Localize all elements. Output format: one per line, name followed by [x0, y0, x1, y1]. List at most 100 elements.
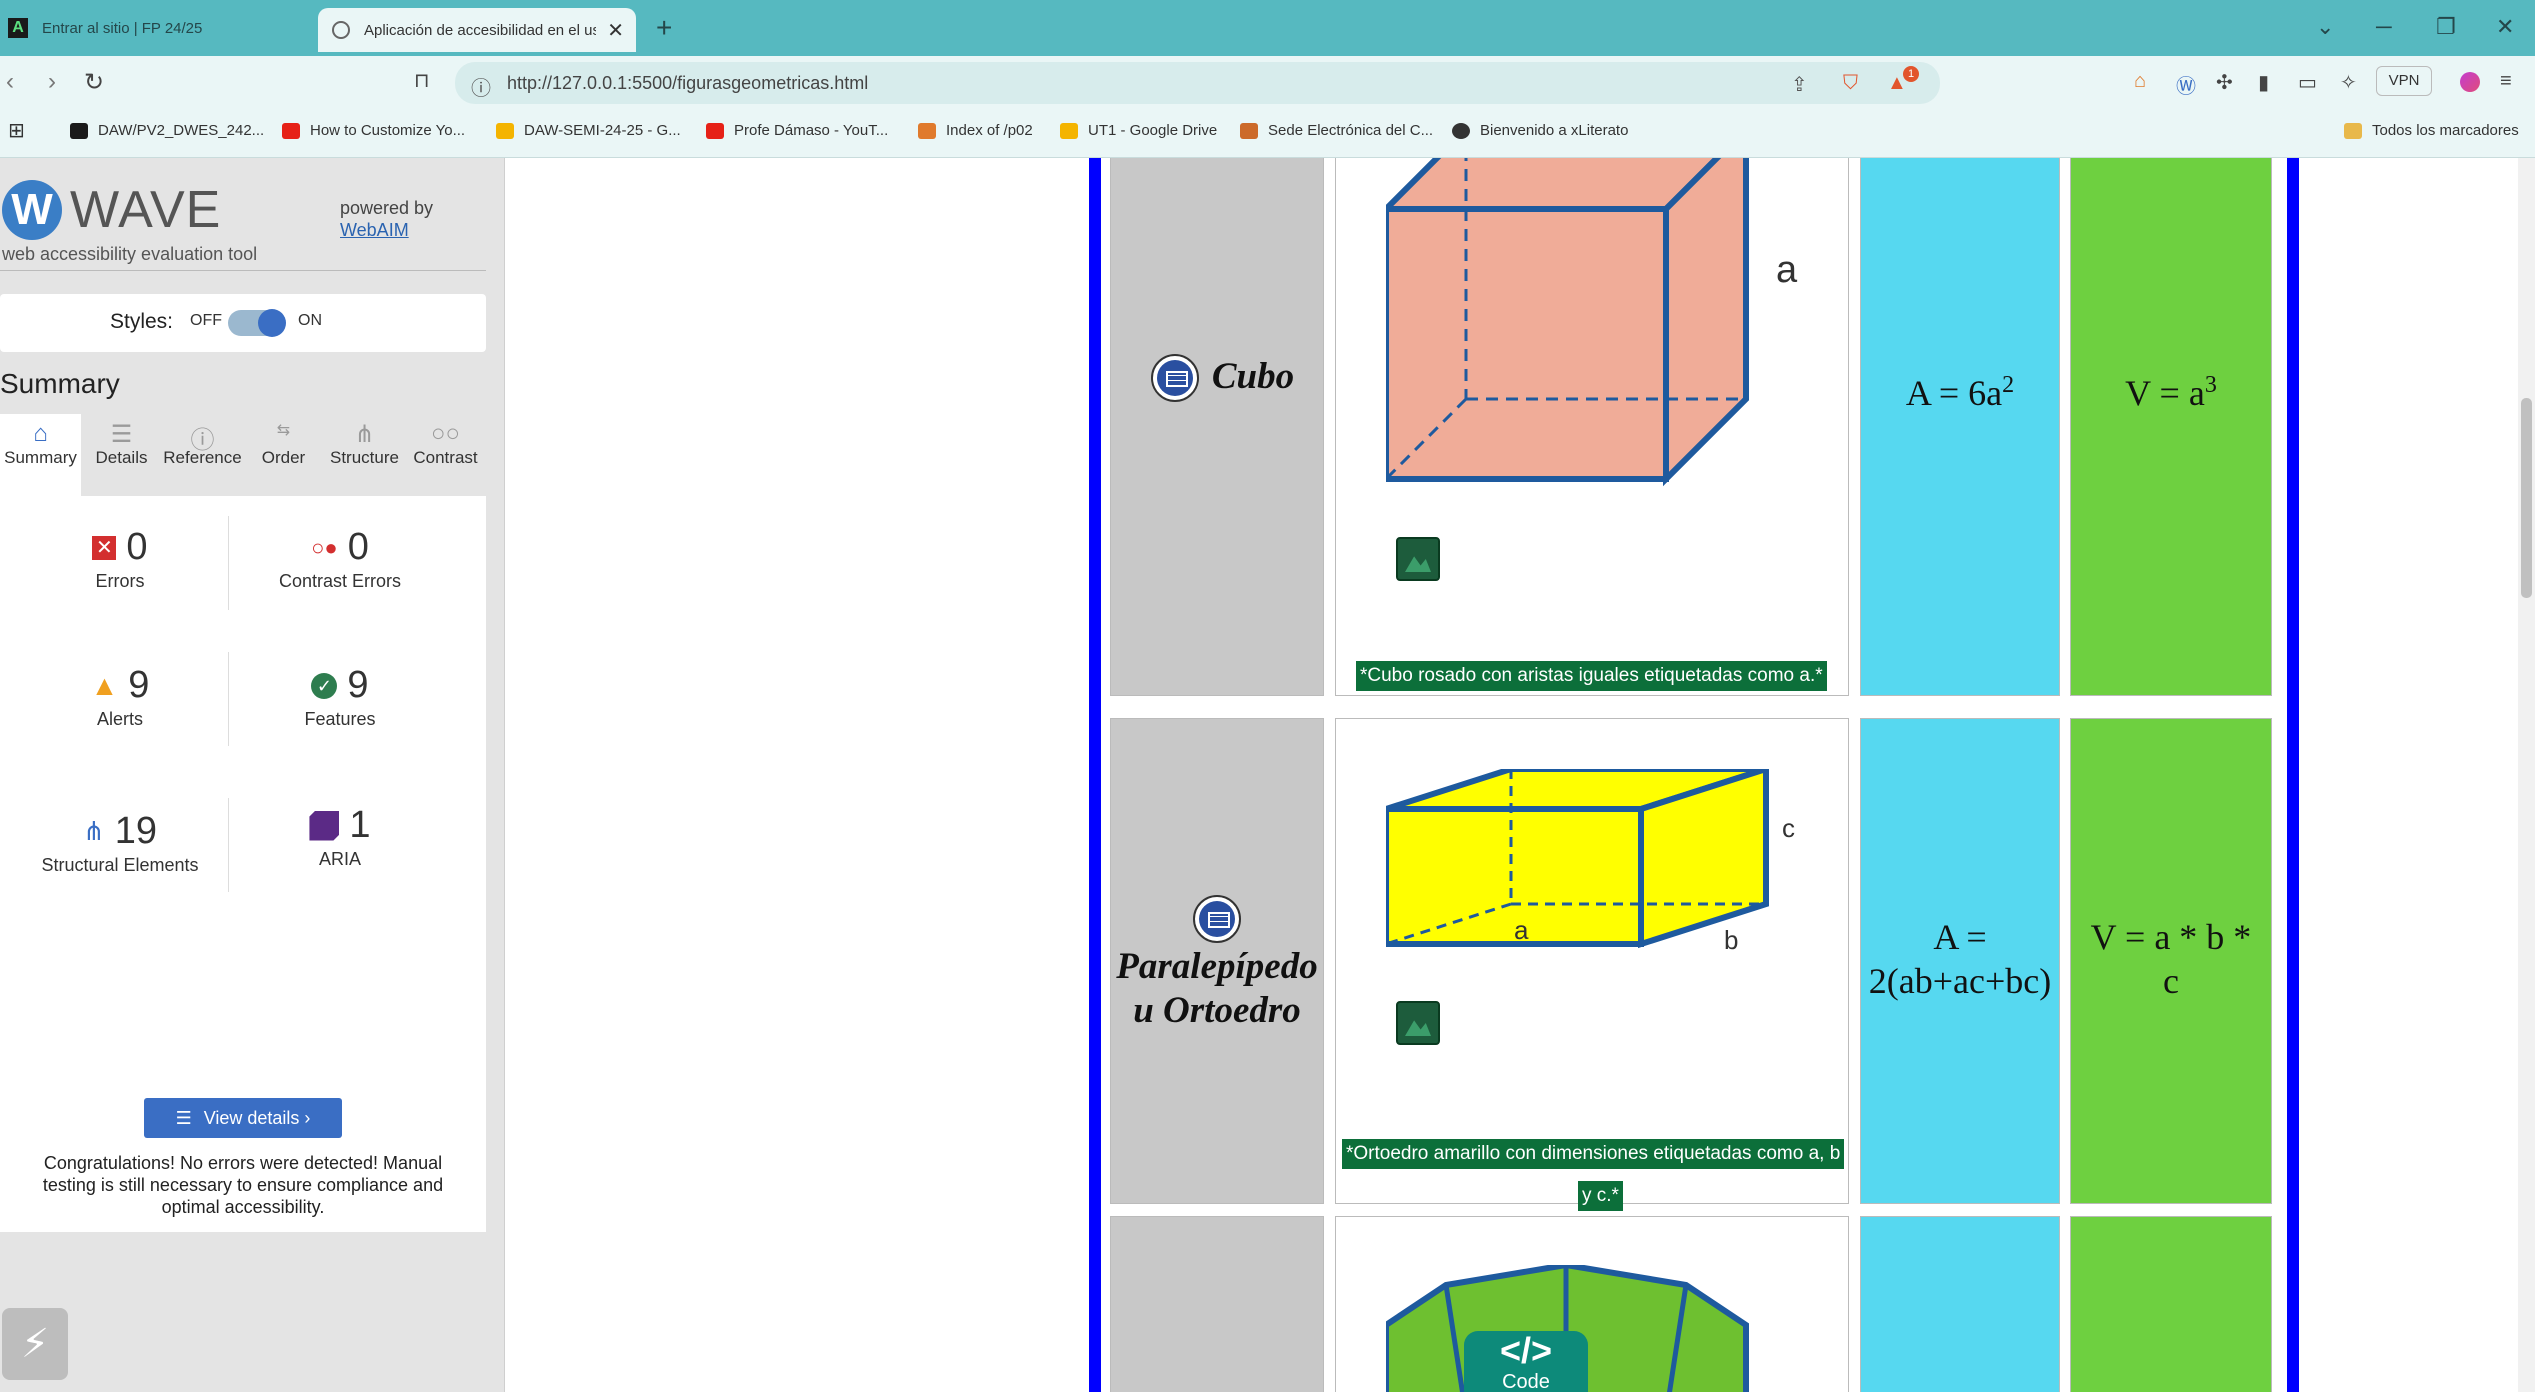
- error-icon: ✕: [92, 535, 117, 560]
- notification-count: 1: [1903, 66, 1919, 82]
- list-icon: ☰: [110, 421, 133, 448]
- area-formula-text: A = 6a: [1905, 373, 2003, 413]
- bookmark-icon[interactable]: ⊓: [414, 68, 430, 93]
- profile-avatar[interactable]: [2460, 72, 2480, 92]
- scrollbar-thumb[interactable]: [2521, 398, 2532, 598]
- forward-button[interactable]: ›: [48, 68, 56, 96]
- reload-button[interactable]: ↻: [84, 68, 104, 97]
- volume-formula-line2: c: [2163, 961, 2179, 1001]
- volume-formula: V = a3: [2071, 363, 2271, 415]
- tab-contrast[interactable]: ○○ Contrast: [405, 414, 486, 496]
- dimension-label-b: b: [1724, 925, 1739, 955]
- puzzle-icon[interactable]: ✣: [2216, 70, 2233, 95]
- url-text[interactable]: http://127.0.0.1:5500/figurasgeometricas…: [507, 73, 868, 94]
- bookmark-item[interactable]: How to Customize Yo...: [282, 122, 465, 139]
- bookmark-label: Sede Electrónica del C...: [1268, 122, 1434, 139]
- globe-icon: [332, 21, 350, 39]
- tab-label: Details: [95, 448, 148, 467]
- dimension-label-a: a: [1514, 915, 1529, 945]
- all-bookmarks[interactable]: Todos los marcadores: [2344, 122, 2519, 139]
- errors-label: Errors: [95, 571, 145, 591]
- bookmark-item[interactable]: Index of /p02: [918, 122, 1033, 139]
- site-info-icon[interactable]: ⓘ: [471, 72, 491, 101]
- alerts-stat[interactable]: ▲ 9 Alerts: [20, 664, 220, 730]
- address-bar[interactable]: ⓘ http://127.0.0.1:5500/figurasgeometric…: [455, 62, 1940, 104]
- tab-list-icon[interactable]: ⌄: [2316, 14, 2334, 40]
- wave-subtitle: web accessibility evaluation tool: [2, 244, 258, 264]
- alerts-label: Alerts: [96, 709, 143, 729]
- back-button[interactable]: ‹: [6, 68, 14, 96]
- area-cell: A = 6a2: [1860, 158, 2060, 696]
- volume-cell: V = a3: [2070, 158, 2272, 696]
- webaim-link[interactable]: WebAIM: [340, 220, 409, 241]
- vpn-button[interactable]: VPN: [2376, 66, 2432, 96]
- xliterato-icon: [1452, 122, 1470, 139]
- wave-logo[interactable]: W WAVE: [2, 180, 221, 240]
- styles-toggle-box: Styles: OFF ON: [0, 294, 486, 352]
- share-icon[interactable]: ⇪: [1791, 72, 1808, 97]
- youtube-icon: [282, 122, 300, 139]
- new-tab-button[interactable]: +: [656, 12, 672, 44]
- image-alt-icon[interactable]: [1396, 1001, 1440, 1045]
- shape-name-cell: Cubo: [1110, 158, 1324, 696]
- bookmark-label: Profe Dámaso - YouT...: [734, 122, 889, 139]
- tab-label: Reference: [163, 448, 242, 467]
- bookmark-item[interactable]: Bienvenido a xLiterato: [1452, 122, 1628, 139]
- contrast-errors-stat[interactable]: ○● 0 Contrast Errors: [240, 526, 440, 592]
- leo-ai-icon[interactable]: ✧: [2340, 70, 2357, 95]
- code-badge[interactable]: </> Code: [1464, 1331, 1588, 1392]
- feature-icon: ✓: [311, 672, 338, 699]
- moodle-favicon-icon: A: [8, 18, 28, 38]
- table-header-icon[interactable]: [1193, 895, 1241, 943]
- wave-collapse-icon[interactable]: ⚡: [2, 1308, 68, 1380]
- alerts-count: 9: [128, 664, 150, 706]
- wave-extension-icon[interactable]: Ⓦ: [2176, 70, 2196, 99]
- wallet-icon[interactable]: ▭: [2298, 70, 2317, 95]
- bookmark-item[interactable]: Sede Electrónica del C...: [1240, 122, 1433, 139]
- close-window-button[interactable]: ✕: [2496, 14, 2514, 40]
- tab-label: Structure: [330, 448, 399, 467]
- page-scrollbar[interactable]: [2518, 158, 2535, 1392]
- tab-order[interactable]: ⇆ Order: [243, 414, 324, 496]
- bookmark-item[interactable]: Profe Dámaso - YouT...: [706, 122, 888, 139]
- volume-formula-line1: V = a * b *: [2090, 917, 2252, 957]
- errors-count: 0: [126, 526, 148, 568]
- google-drive-icon: [1060, 122, 1078, 139]
- wave-tabs: ⌂ Summary ☰ Details ⓘ Reference ⇆ Order ⋔ Str…: [0, 414, 486, 496]
- code-icon: </>: [1499, 1330, 1553, 1371]
- restore-button[interactable]: ❐: [2436, 14, 2456, 40]
- aria-count: 1: [349, 804, 371, 846]
- errors-stat[interactable]: ✕ 0 Errors: [20, 526, 220, 592]
- styles-toggle[interactable]: [228, 309, 286, 337]
- image-alt-icon[interactable]: [1396, 537, 1440, 581]
- apps-grid-icon[interactable]: ⊞: [8, 118, 25, 143]
- tab-details[interactable]: ☰ Details: [81, 414, 162, 496]
- brave-shield-icon[interactable]: ⛉: [1843, 72, 1858, 95]
- extension-icon[interactable]: ⌂: [2134, 70, 2146, 93]
- features-stat[interactable]: ✓ 9 Features: [240, 664, 440, 730]
- divider: [228, 516, 229, 610]
- folder-icon: [2344, 122, 2362, 139]
- view-details-button[interactable]: ☰ View details ›: [144, 1098, 342, 1138]
- tab-structure[interactable]: ⋔ Structure: [324, 414, 405, 496]
- code-label: Code: [1502, 1371, 1550, 1392]
- aria-stat[interactable]: 1 ARIA: [240, 804, 440, 870]
- menu-icon[interactable]: ≡: [2500, 70, 2512, 93]
- close-tab-icon[interactable]: ✕: [607, 18, 624, 43]
- summary-panel: ✕ 0 Errors ○● 0 Contrast Errors ▲ 9 Alerts …: [0, 496, 486, 1232]
- google-drive-icon: [496, 122, 514, 139]
- structural-stat[interactable]: ⋔ 19 Structural Elements: [20, 810, 220, 876]
- area-formula: A = 6a2: [1861, 363, 2059, 415]
- volume-cell: [2070, 1216, 2272, 1392]
- tab-summary[interactable]: ⌂ Summary: [0, 414, 81, 496]
- tab-active-page[interactable]: Aplicación de accesibilidad en el uso ✕: [318, 8, 636, 52]
- sidebar-icon[interactable]: ▮: [2258, 70, 2269, 95]
- dimension-label-c: c: [1782, 813, 1795, 843]
- tab-moodle[interactable]: A Entrar al sitio | FP 24/25: [0, 0, 312, 56]
- minimize-button[interactable]: ─: [2376, 14, 2392, 40]
- bookmark-item[interactable]: DAW-SEMI-24-25 - G...: [496, 122, 681, 139]
- bookmark-item[interactable]: DAW/PV2_DWES_242...: [70, 122, 264, 139]
- view-details-label: View details ›: [203, 1107, 311, 1128]
- tab-reference[interactable]: ⓘ Reference: [162, 414, 243, 496]
- bookmark-item[interactable]: UT1 - Google Drive: [1060, 122, 1217, 139]
